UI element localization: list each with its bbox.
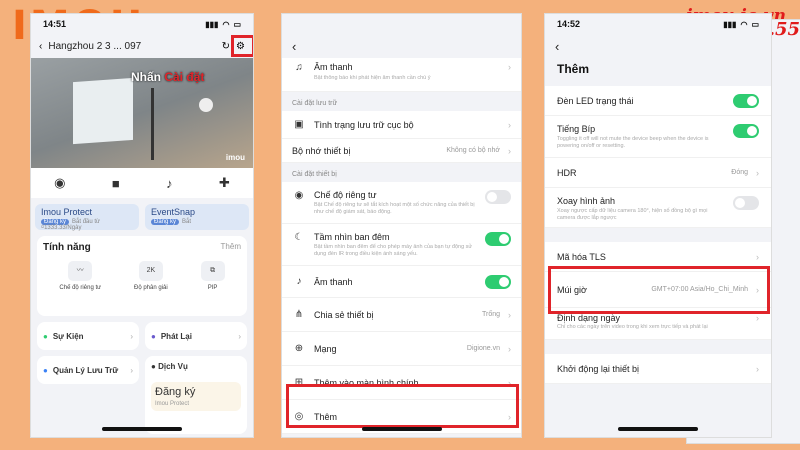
more-nav: ‹	[545, 34, 771, 58]
settings-hint: Nhấn Cài đặt	[131, 70, 205, 84]
status-time: 14:52	[557, 19, 581, 29]
status-bar	[282, 14, 521, 34]
home-indicator	[361, 427, 442, 431]
signal-icon: ▮▮▮	[723, 19, 737, 29]
more-row-highlight	[286, 384, 519, 428]
wifi-icon: ◠	[740, 19, 748, 29]
wifi-icon: ◠	[222, 19, 230, 29]
imou-protect-card[interactable]: Imou Protect Đăng ký Bắt đầu từ ₫1333.33/…	[35, 204, 139, 231]
night-vision-row[interactable]: ☾ Tầm nhìn ban đêm Bật tầm nhìn ban đêm đ…	[282, 224, 521, 266]
microphone-icon: ♪	[296, 276, 302, 287]
reboot-row[interactable]: Khởi động lại thiết bị ›	[545, 354, 771, 384]
settings-nav: ‹	[282, 34, 521, 58]
page-title: Thêm	[557, 62, 590, 76]
features-title: Tính năng	[43, 242, 91, 253]
events-icon: ●	[43, 331, 48, 341]
playback-tile[interactable]: ● Phát Lại ›	[145, 322, 247, 350]
signal-icon: ▮▮▮	[205, 19, 219, 29]
share-icon: ⋔	[294, 309, 304, 320]
phone-device-live: 14:51 ▮▮▮ ◠ ▭ ‹ Hangzhou 2 3 ... 097 ↻ ⚙ N…	[30, 13, 254, 438]
device-header: ‹ Hangzhou 2 3 ... 097 ↻ ⚙	[31, 34, 253, 58]
device-section-title: Cài đặt thiết bị	[292, 171, 337, 178]
shortcut-grid: ● Sự Kiện › ● Phát Lại › ● Quản Lý Lưu Trữ › ●…	[37, 322, 247, 434]
hdr-row[interactable]: HDR Đóng ›	[545, 158, 771, 188]
home-indicator	[618, 427, 698, 431]
night-vision-toggle[interactable]	[485, 232, 511, 246]
battery-icon: ▭	[751, 19, 759, 29]
feature-resolution[interactable]: 2K Độ phân giải	[134, 261, 168, 291]
sound-icon: ♫	[295, 62, 303, 73]
settings-highlight	[231, 35, 253, 57]
back-icon[interactable]: ‹	[555, 39, 559, 54]
device-memory-row[interactable]: Bộ nhớ thiết bị Không có bộ nhớ ›	[282, 139, 521, 163]
device-name: Hangzhou 2 3 ... 097	[48, 40, 142, 52]
system-icons: ▮▮▮ ◠ ▭	[205, 20, 241, 29]
night-vision-icon: ☾	[294, 232, 304, 243]
status-led-row[interactable]: Đèn LED trạng thái	[545, 86, 771, 116]
service-icon: ●	[151, 362, 156, 371]
beep-toggle[interactable]	[733, 124, 759, 138]
snapshot-camera-icon[interactable]: ◉	[54, 175, 65, 191]
system-icons: ▮▮▮ ◠ ▭	[723, 20, 759, 29]
microphone-icon[interactable]: ♪	[166, 176, 173, 191]
share-device-row[interactable]: ⋔ Chia sẻ thiết bị Trống ›	[282, 298, 521, 332]
local-storage-row[interactable]: ▣ Tình trạng lưu trữ cục bộ ›	[282, 111, 521, 139]
tripod-in-video	[151, 88, 154, 160]
back-icon[interactable]: ‹	[292, 39, 296, 54]
video-controls: ◉ ■ ♪ ✚	[31, 168, 253, 198]
eye-icon: ◉	[294, 190, 304, 201]
resolution-icon: 2K	[138, 261, 163, 281]
storage-section-title: Cài đặt lưu trữ	[292, 100, 338, 107]
timezone-highlight	[548, 266, 770, 314]
status-time: 14:51	[43, 19, 67, 29]
ptz-control-icon[interactable]: ✚	[219, 175, 230, 191]
events-tile[interactable]: ● Sự Kiện ›	[37, 322, 139, 350]
playback-icon: ●	[151, 331, 156, 341]
status-bar: 14:51 ▮▮▮ ◠ ▭	[31, 14, 253, 34]
storage-icon: ●	[43, 365, 48, 375]
record-video-icon[interactable]: ■	[112, 176, 120, 191]
phone-device-settings: ‹ ♫ Âm thanh › Bật thông báo khi phát hiện…	[281, 13, 522, 438]
rotate-toggle[interactable]	[733, 196, 759, 210]
home-indicator	[102, 427, 182, 431]
sound-alert-row[interactable]: ♫ Âm thanh › Bật thông báo khi phát hiện â…	[282, 58, 521, 92]
features-more-link[interactable]: Thêm	[221, 242, 241, 253]
network-row[interactable]: ⊕ Mạng Digione.vn ›	[282, 332, 521, 366]
battery-icon: ▭	[233, 19, 241, 29]
privacy-toggle[interactable]	[485, 190, 511, 204]
subscribe-box[interactable]: Đăng ký Imou Protect	[151, 382, 241, 411]
privacy-mode-row[interactable]: ◉ Chế độ riêng tư Bật Chế độ riêng tư sẽ …	[282, 182, 521, 224]
audio-row[interactable]: ♪ Âm thanh	[282, 266, 521, 298]
sd-card-icon: ▣	[294, 119, 304, 130]
feature-privacy[interactable]: 〰 Chế độ riêng tư	[59, 261, 101, 291]
features-panel: Tính năng Thêm 〰 Chế độ riêng tư 2K Độ phâ…	[37, 236, 247, 316]
privacy-mode-icon: 〰	[68, 261, 93, 281]
service-cards: Imou Protect Đăng ký Bắt đầu từ ₫1333.33/…	[31, 198, 253, 236]
phone-more-settings: 14:52 ▮▮▮ ◠ ▭ ‹ Thêm Đèn LED trạng thái Ti…	[544, 13, 772, 438]
live-video[interactable]: Nhấn Cài đặt imou	[31, 58, 253, 168]
status-led-toggle[interactable]	[733, 93, 759, 108]
audio-toggle[interactable]	[485, 274, 511, 289]
lamp-in-video	[199, 98, 213, 112]
feature-pip[interactable]: ⧉ PIP	[200, 261, 225, 291]
globe-icon: ⊕	[294, 343, 304, 354]
whiteboard-in-video	[73, 77, 133, 145]
share-icon[interactable]: ↻	[222, 41, 230, 52]
video-watermark: imou	[225, 153, 245, 162]
status-bar: 14:52 ▮▮▮ ◠ ▭	[545, 14, 771, 34]
pip-icon: ⧉	[200, 261, 225, 281]
rotate-image-row[interactable]: Xoay hình ảnh Xoay ngược cấp dữ liệu cam…	[545, 188, 771, 228]
back-icon[interactable]: ‹	[39, 41, 42, 52]
service-tile[interactable]: ● Dịch Vụ Đăng ký Imou Protect	[145, 356, 247, 434]
storage-tile[interactable]: ● Quản Lý Lưu Trữ ›	[37, 356, 139, 384]
eventsnap-card[interactable]: EventSnap Đăng ký Bắt	[145, 204, 249, 230]
beep-row[interactable]: Tiếng Bíp Toggling it off will not mute …	[545, 116, 771, 158]
